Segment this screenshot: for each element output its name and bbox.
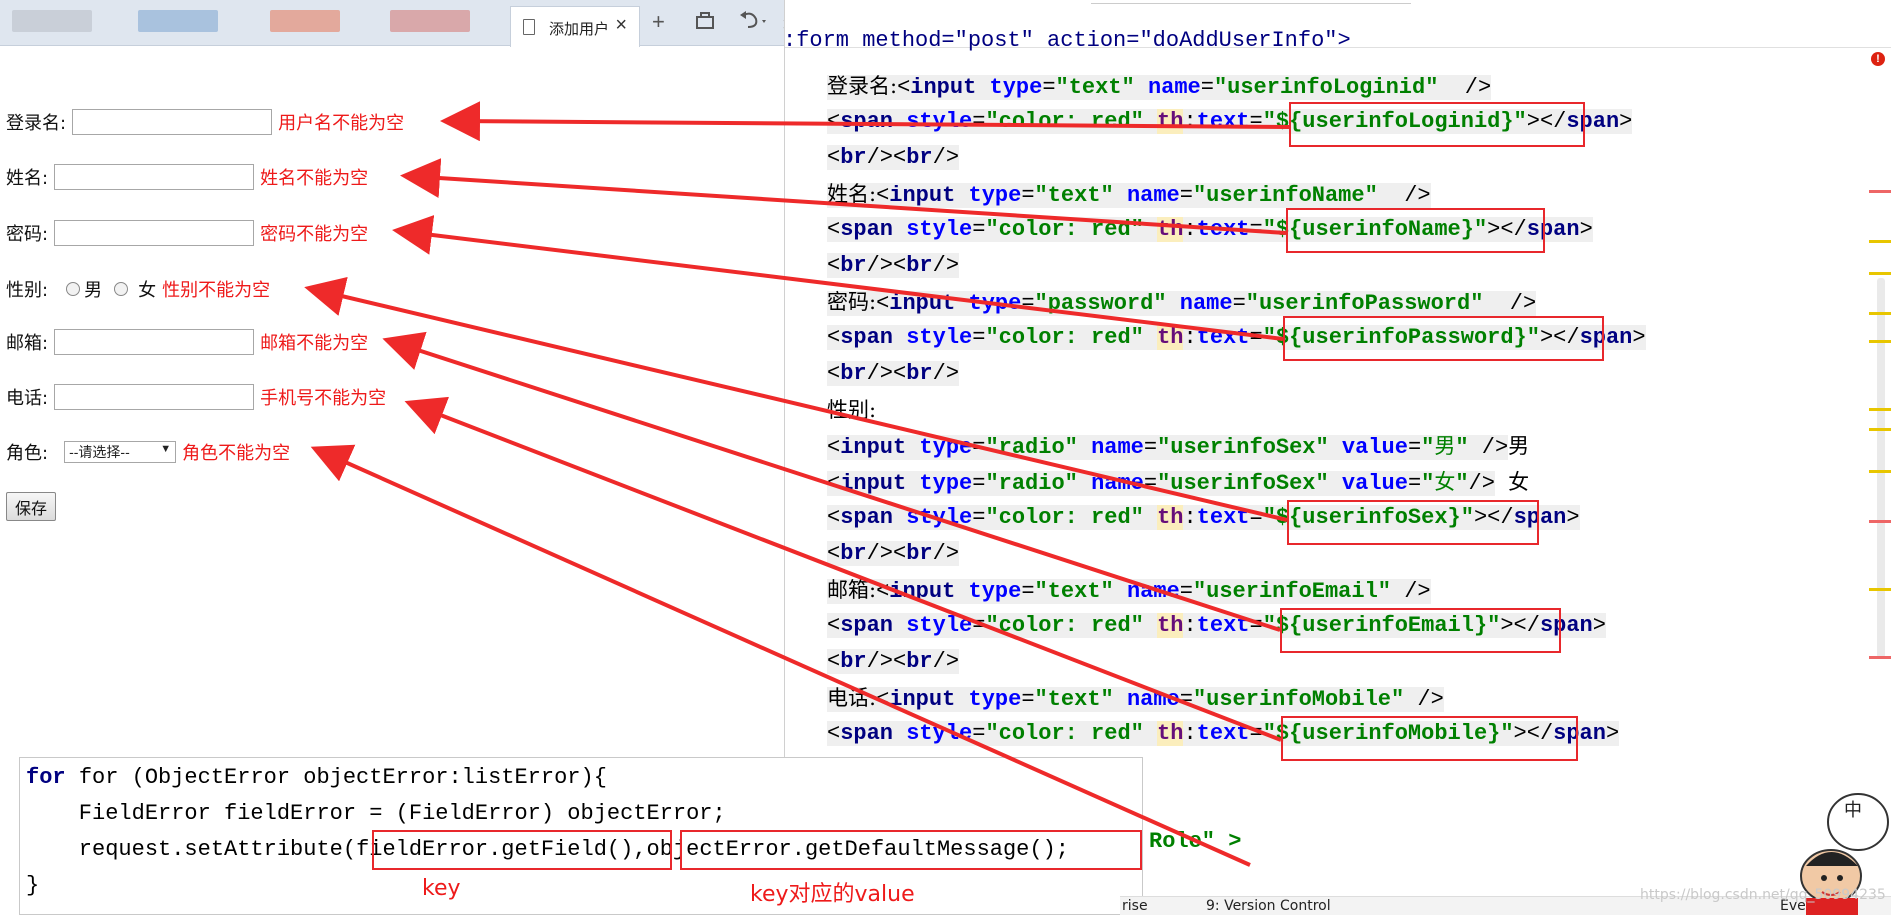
field-label: 密码: [6, 224, 49, 245]
highlight-box [1280, 608, 1561, 653]
role-select-value: --请选择-- [69, 444, 130, 460]
form-row-email: 邮箱: 邮箱不能为空 [6, 328, 368, 356]
email-input[interactable] [54, 329, 255, 355]
name-input[interactable] [54, 164, 255, 190]
blurred-tab-4[interactable] [390, 10, 470, 32]
gutter-mark [1869, 408, 1891, 411]
save-button[interactable]: 保存 [6, 492, 57, 521]
value-annotation: key对应的value [750, 882, 915, 907]
field-label: 登录名: [6, 113, 67, 134]
radio-label: 男 [84, 280, 103, 301]
form-row-sex: 性别: 男 女 性别不能为空 [6, 275, 270, 303]
code-line: 姓名:<input type="text" name="userinfoName… [827, 182, 1431, 208]
undo-icon[interactable] [738, 9, 768, 37]
form-row-loginid: 登录名: 用户名不能为空 [6, 108, 404, 136]
active-tab-title: 添加用户 [549, 21, 609, 38]
field-label: 电话: [6, 388, 49, 409]
active-tab[interactable]: 添加用户 × [510, 6, 640, 47]
close-tab-icon[interactable]: × [615, 14, 627, 37]
error-message: 密码不能为空 [260, 224, 369, 245]
code-line: <input type="radio" name="userinfoSex" v… [827, 434, 1530, 460]
gutter-mark [1869, 470, 1891, 473]
blurred-tab-1[interactable] [12, 10, 92, 32]
blurred-tab-3[interactable] [270, 10, 340, 32]
sex-radio-female[interactable] [114, 282, 129, 296]
form-row-mobile: 电话: 手机号不能为空 [6, 383, 386, 411]
form-row-role: 角色: --请选择-- ▼ 角色不能为空 [6, 438, 290, 466]
password-input[interactable] [54, 220, 255, 246]
gutter-mark [1869, 312, 1891, 315]
gutter-mark [1869, 656, 1891, 659]
code-line: <br/><br/> [827, 253, 960, 278]
error-message: 邮箱不能为空 [260, 333, 369, 354]
browser-tab-bar: 添加用户 × + [0, 0, 784, 47]
java-line-1: for for (ObjectError objectError:listErr… [26, 765, 607, 790]
code-line: <br/><br/> [827, 541, 960, 566]
mobile-input[interactable] [54, 384, 255, 410]
gutter-mark [1869, 520, 1891, 523]
code-line: 密码:<input type="password" name="userinfo… [827, 290, 1537, 316]
gutter-mark [1869, 340, 1891, 343]
tab-stack-icon[interactable] [694, 9, 716, 37]
highlight-box [1286, 208, 1545, 253]
role-select[interactable]: --请选择-- ▼ [64, 441, 177, 463]
blurred-tab-2[interactable] [138, 10, 218, 32]
sex-radio-male[interactable] [66, 282, 81, 296]
error-message: 性别不能为空 [162, 280, 271, 301]
status-item[interactable]: rise [1122, 898, 1148, 914]
field-label: 性别: [6, 280, 49, 301]
status-version-control[interactable]: 9: Version Control [1206, 898, 1331, 914]
key-highlight-box [372, 830, 672, 870]
gutter-mark [1869, 272, 1891, 275]
field-label: 角色: [6, 443, 49, 464]
code-line: <input type="radio" name="userinfoSex" v… [827, 470, 1530, 496]
ide-gutter [1861, 48, 1891, 908]
error-message: 角色不能为空 [182, 443, 291, 464]
highlight-box [1287, 500, 1539, 545]
code-line: <br/><br/> [827, 145, 960, 170]
java-line-4: } [26, 873, 40, 898]
code-line: 登录名:<input type="text" name="userinfoLog… [827, 74, 1492, 100]
form-row-name: 姓名: 姓名不能为空 [6, 163, 368, 191]
code-line: 电话:<input type="text" name="userinfoMobi… [827, 686, 1444, 712]
highlight-box [1289, 102, 1585, 147]
new-tab-icon[interactable]: + [652, 9, 665, 35]
gutter-mark [1869, 428, 1891, 431]
java-snippet: for for (ObjectError objectError:listErr… [19, 757, 1143, 915]
watermark: https://blog.csdn.net/qq_50994235 [1640, 887, 1886, 903]
error-icon: ! [1871, 52, 1885, 66]
code-line-role: Role" > [1149, 829, 1242, 854]
error-message: 手机号不能为空 [260, 388, 387, 409]
form-row-password: 密码: 密码不能为空 [6, 219, 368, 247]
gutter-mark [1869, 240, 1891, 243]
gutter-mark [1869, 588, 1891, 591]
code-line-form: :form method="post" action="doAddUserInf… [783, 30, 1351, 52]
document-icon [523, 19, 535, 35]
highlight-box [1283, 316, 1604, 361]
code-line: <br/><br/> [827, 361, 960, 386]
radio-label: 女 [138, 280, 157, 301]
error-message: 姓名不能为空 [260, 168, 369, 189]
svg-text:中: 中 [1844, 800, 1862, 820]
highlight-box [1281, 716, 1578, 761]
field-label: 邮箱: [6, 333, 49, 354]
gutter-mark [1869, 190, 1891, 193]
error-message: 用户名不能为空 [278, 113, 405, 134]
java-line-2: FieldError fieldError = (FieldError) obj… [26, 801, 726, 826]
field-label: 姓名: [6, 168, 49, 189]
key-annotation: key [422, 876, 461, 901]
chevron-down-icon: ▼ [160, 443, 172, 455]
code-line: 邮箱:<input type="text" name="userinfoEmai… [827, 578, 1431, 604]
scrollbar[interactable] [1877, 278, 1885, 658]
value-highlight-box [680, 830, 1142, 870]
code-line: <br/><br/> [827, 649, 960, 674]
loginid-input[interactable] [72, 109, 273, 135]
code-line: 性别: [827, 398, 877, 422]
